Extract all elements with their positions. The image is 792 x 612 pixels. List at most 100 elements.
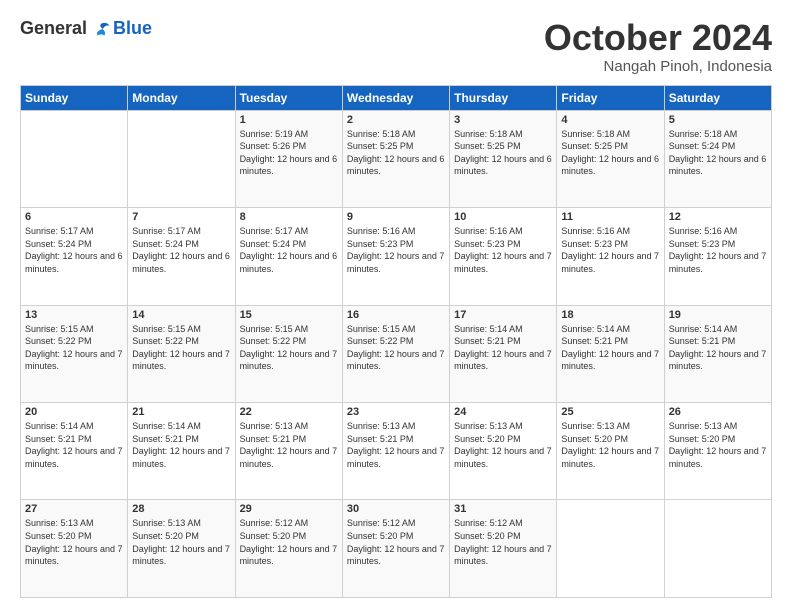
cell-info: Sunrise: 5:14 AMSunset: 5:21 PMDaylight:… (454, 323, 552, 373)
table-row: 20 Sunrise: 5:14 AMSunset: 5:21 PMDayligh… (21, 403, 128, 500)
table-row (128, 110, 235, 207)
day-number: 24 (454, 406, 552, 418)
table-row: 27Sunrise: 5:13 AMSunset: 5:20 PMDayligh… (21, 500, 128, 598)
cell-info: Sunrise: 5:18 AMSunset: 5:25 PMDaylight:… (347, 128, 445, 178)
day-number: 7 (132, 211, 230, 223)
cell-info: Sunrise: 5:12 AMSunset: 5:20 PMDaylight:… (240, 517, 338, 567)
day-number: 12 (669, 211, 767, 223)
table-row: 24 Sunrise: 5:13 AMSunset: 5:20 PMDayligh… (450, 403, 557, 500)
calendar-week-row: 13 Sunrise: 5:15 AMSunset: 5:22 PMDayligh… (21, 305, 772, 402)
logo-bird-icon (91, 19, 111, 39)
cell-info: Sunrise: 5:18 AMSunset: 5:24 PMDaylight:… (669, 128, 767, 178)
cell-info: Sunrise: 5:12 AMSunset: 5:20 PMDaylight:… (454, 517, 552, 567)
table-row: 23 Sunrise: 5:13 AMSunset: 5:21 PMDayligh… (342, 403, 449, 500)
table-row: 13 Sunrise: 5:15 AMSunset: 5:22 PMDayligh… (21, 305, 128, 402)
table-row: 10Sunrise: 5:16 AMSunset: 5:23 PMDayligh… (450, 208, 557, 305)
cell-info: Sunrise: 5:16 AMSunset: 5:23 PMDaylight:… (669, 225, 767, 275)
cell-info: Sunrise: 5:14 AMSunset: 5:21 PMDaylight:… (25, 420, 123, 470)
logo-general-text: General (20, 18, 87, 39)
header-tuesday: Tuesday (235, 85, 342, 110)
day-number: 17 (454, 309, 552, 321)
day-number: 11 (561, 211, 659, 223)
day-number: 28 (132, 503, 230, 515)
cell-info: Sunrise: 5:13 AMSunset: 5:20 PMDaylight:… (25, 517, 123, 567)
month-title: October 2024 (544, 18, 772, 58)
calendar-week-row: 6Sunrise: 5:17 AMSunset: 5:24 PMDaylight… (21, 208, 772, 305)
day-number: 20 (25, 406, 123, 418)
table-row: 29 Sunrise: 5:12 AMSunset: 5:20 PMDayligh… (235, 500, 342, 598)
header-wednesday: Wednesday (342, 85, 449, 110)
table-row (664, 500, 771, 598)
day-number: 15 (240, 309, 338, 321)
location-subtitle: Nangah Pinoh, Indonesia (544, 58, 772, 75)
cell-info: Sunrise: 5:14 AMSunset: 5:21 PMDaylight:… (132, 420, 230, 470)
table-row: 31 Sunrise: 5:12 AMSunset: 5:20 PMDayligh… (450, 500, 557, 598)
table-row: 6Sunrise: 5:17 AMSunset: 5:24 PMDaylight… (21, 208, 128, 305)
table-row: 12 Sunrise: 5:16 AMSunset: 5:23 PMDayligh… (664, 208, 771, 305)
table-row: 11 Sunrise: 5:16 AMSunset: 5:23 PMDayligh… (557, 208, 664, 305)
cell-info: Sunrise: 5:17 AMSunset: 5:24 PMDaylight:… (25, 225, 123, 275)
cell-info: Sunrise: 5:17 AMSunset: 5:24 PMDaylight:… (132, 225, 230, 275)
day-number: 2 (347, 114, 445, 126)
day-number: 23 (347, 406, 445, 418)
header-thursday: Thursday (450, 85, 557, 110)
table-row: 7 Sunrise: 5:17 AMSunset: 5:24 PMDaylight… (128, 208, 235, 305)
day-number: 10 (454, 211, 552, 223)
cell-info: Sunrise: 5:18 AMSunset: 5:25 PMDaylight:… (561, 128, 659, 178)
table-row: 1Sunrise: 5:19 AMSunset: 5:26 PMDaylight… (235, 110, 342, 207)
table-row: 21 Sunrise: 5:14 AMSunset: 5:21 PMDayligh… (128, 403, 235, 500)
day-number: 9 (347, 211, 445, 223)
cell-info: Sunrise: 5:14 AMSunset: 5:21 PMDaylight:… (561, 323, 659, 373)
page: General Blue October 2024 Nangah Pinoh, … (0, 0, 792, 612)
cell-info: Sunrise: 5:16 AMSunset: 5:23 PMDaylight:… (561, 225, 659, 275)
day-number: 25 (561, 406, 659, 418)
header: General Blue October 2024 Nangah Pinoh, … (20, 18, 772, 75)
cell-info: Sunrise: 5:13 AMSunset: 5:21 PMDaylight:… (240, 420, 338, 470)
day-number: 14 (132, 309, 230, 321)
header-sunday: Sunday (21, 85, 128, 110)
table-row: 3 Sunrise: 5:18 AMSunset: 5:25 PMDaylight… (450, 110, 557, 207)
logo-blue-text: Blue (113, 18, 152, 39)
calendar-week-row: 27Sunrise: 5:13 AMSunset: 5:20 PMDayligh… (21, 500, 772, 598)
cell-info: Sunrise: 5:19 AMSunset: 5:26 PMDaylight:… (240, 128, 338, 178)
header-monday: Monday (128, 85, 235, 110)
day-number: 3 (454, 114, 552, 126)
table-row: 8Sunrise: 5:17 AMSunset: 5:24 PMDaylight… (235, 208, 342, 305)
cell-info: Sunrise: 5:12 AMSunset: 5:20 PMDaylight:… (347, 517, 445, 567)
title-section: October 2024 Nangah Pinoh, Indonesia (544, 18, 772, 75)
table-row: 19Sunrise: 5:14 AMSunset: 5:21 PMDayligh… (664, 305, 771, 402)
cell-info: Sunrise: 5:13 AMSunset: 5:21 PMDaylight:… (347, 420, 445, 470)
day-number: 22 (240, 406, 338, 418)
day-number: 29 (240, 503, 338, 515)
day-number: 13 (25, 309, 123, 321)
weekday-header-row: Sunday Monday Tuesday Wednesday Thursday… (21, 85, 772, 110)
day-number: 4 (561, 114, 659, 126)
table-row: 2 Sunrise: 5:18 AMSunset: 5:25 PMDaylight… (342, 110, 449, 207)
cell-info: Sunrise: 5:16 AMSunset: 5:23 PMDaylight:… (347, 225, 445, 275)
table-row: 5 Sunrise: 5:18 AMSunset: 5:24 PMDaylight… (664, 110, 771, 207)
logo: General Blue (20, 18, 152, 39)
cell-info: Sunrise: 5:15 AMSunset: 5:22 PMDaylight:… (347, 323, 445, 373)
day-number: 18 (561, 309, 659, 321)
cell-info: Sunrise: 5:17 AMSunset: 5:24 PMDaylight:… (240, 225, 338, 275)
table-row: 15Sunrise: 5:15 AMSunset: 5:22 PMDayligh… (235, 305, 342, 402)
cell-info: Sunrise: 5:15 AMSunset: 5:22 PMDaylight:… (25, 323, 123, 373)
cell-info: Sunrise: 5:13 AMSunset: 5:20 PMDaylight:… (454, 420, 552, 470)
day-number: 19 (669, 309, 767, 321)
day-number: 21 (132, 406, 230, 418)
calendar-table: Sunday Monday Tuesday Wednesday Thursday… (20, 85, 772, 598)
table-row: 16 Sunrise: 5:15 AMSunset: 5:22 PMDayligh… (342, 305, 449, 402)
table-row: 17 Sunrise: 5:14 AMSunset: 5:21 PMDayligh… (450, 305, 557, 402)
day-number: 5 (669, 114, 767, 126)
day-number: 26 (669, 406, 767, 418)
cell-info: Sunrise: 5:13 AMSunset: 5:20 PMDaylight:… (132, 517, 230, 567)
header-saturday: Saturday (664, 85, 771, 110)
calendar: Sunday Monday Tuesday Wednesday Thursday… (20, 85, 772, 598)
day-number: 31 (454, 503, 552, 515)
calendar-week-row: 1Sunrise: 5:19 AMSunset: 5:26 PMDaylight… (21, 110, 772, 207)
cell-info: Sunrise: 5:18 AMSunset: 5:25 PMDaylight:… (454, 128, 552, 178)
table-row: 25Sunrise: 5:13 AMSunset: 5:20 PMDayligh… (557, 403, 664, 500)
day-number: 16 (347, 309, 445, 321)
table-row: 28 Sunrise: 5:13 AMSunset: 5:20 PMDayligh… (128, 500, 235, 598)
table-row: 22 Sunrise: 5:13 AMSunset: 5:21 PMDayligh… (235, 403, 342, 500)
